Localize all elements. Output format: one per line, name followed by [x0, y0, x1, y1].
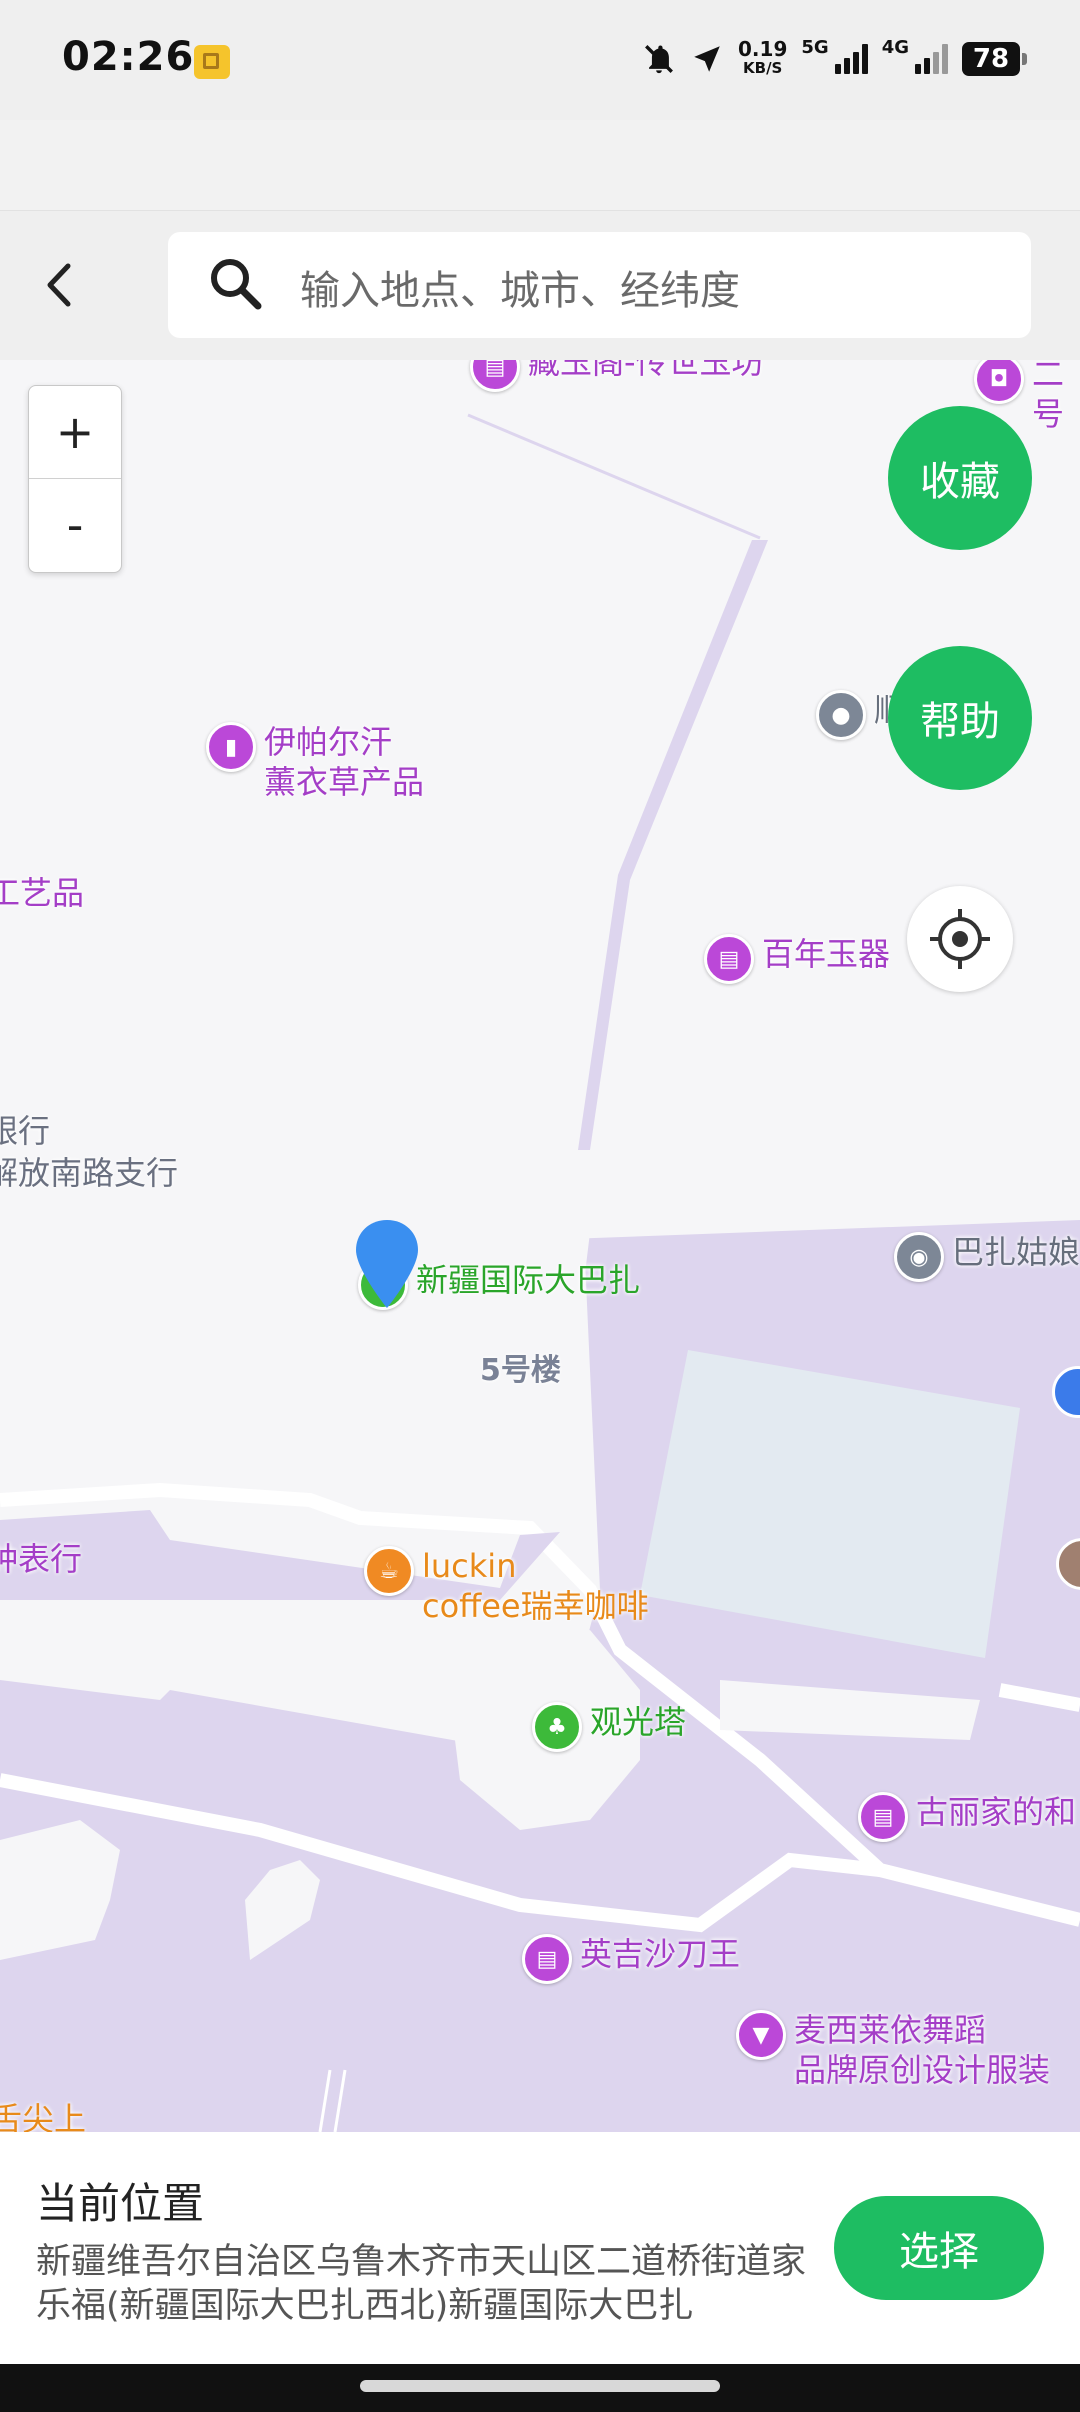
camera-icon: ◉ [894, 1232, 944, 1282]
zoom-out-button[interactable]: - [29, 479, 121, 571]
poi-label: 舌尖上 [0, 2100, 87, 2132]
network-speed: 0.19 KB/S [738, 37, 788, 78]
poi-label: 麦西莱依舞蹈 品牌原创设计服装 [794, 2011, 1051, 2089]
mute-bell-icon [645, 45, 673, 74]
poi-label: 钟表行 [0, 1540, 83, 1578]
zoom-control: + - [28, 385, 122, 573]
map-view[interactable]: ▤ 藏玉阁-传世玉坊 ◘ 二号 ▮ 伊帕尔汗 薰衣草产品 工艺品 ▤ 百年玉器 … [0, 360, 1080, 2132]
poi-label: luckin coffee瑞幸咖啡 [422, 1547, 649, 1625]
shop-icon: ▤ [522, 1934, 572, 1984]
bag-icon: ◘ [974, 360, 1024, 404]
poi-marker[interactable]: ▤ 百年玉器 [704, 934, 890, 984]
crosshair-icon [930, 909, 990, 969]
battery-level: 78 [972, 44, 1010, 74]
tree-icon: ♣ [532, 1702, 582, 1752]
battery-icon: 78 [962, 42, 1027, 76]
select-button[interactable]: 选择 [834, 2196, 1044, 2300]
poi-marker[interactable]: ▮ 伊帕尔汗 薰衣草产品 [206, 722, 424, 802]
shop-icon: ▤ [858, 1792, 908, 1842]
poi-label: 英吉沙刀王 [580, 1935, 741, 1973]
poi-label: 巴扎姑娘 [952, 1233, 1080, 1271]
favorite-button[interactable]: 收藏 [888, 406, 1032, 550]
poi-label: 古丽家的和 [916, 1793, 1077, 1831]
poi-marker[interactable]: ☕ luckin coffee瑞幸咖啡 [364, 1546, 649, 1626]
building-label: 5号楼 [480, 1353, 561, 1388]
poi-label: 二号 [1032, 360, 1065, 433]
help-button[interactable]: 帮助 [888, 646, 1032, 790]
back-arrow-icon[interactable] [34, 252, 86, 318]
locate-button[interactable] [907, 886, 1013, 992]
search-icon [211, 259, 262, 310]
poi-marker[interactable]: ▼ 麦西莱依舞蹈 品牌原创设计服装 [736, 2010, 1050, 2090]
poi-label: 工艺品 [0, 874, 85, 912]
network-type-4g: 4G [881, 37, 909, 58]
poi-label: 伊帕尔汗 薰衣草产品 [264, 723, 425, 801]
status-time: 02:26 [62, 34, 195, 80]
poi-marker[interactable]: ▤ 英吉沙刀王 [522, 1934, 740, 1984]
location-arrow-icon [694, 46, 720, 72]
poi-marker[interactable]: ♣ 观光塔 [532, 1702, 686, 1752]
poi-marker[interactable]: ▤ 藏玉阁-传世玉坊 [470, 360, 764, 392]
signal-bars-icon [915, 44, 948, 74]
current-location-title: 当前位置 [36, 2179, 205, 2228]
current-location-address: 新疆维吾尔自治区乌鲁木齐市天山区二道桥街道家乐福(新疆国际大巴扎西北)新疆国际大… [36, 2242, 807, 2326]
poi-label: 新疆国际大巴扎 [416, 1261, 641, 1299]
coffee-icon: ☕ [364, 1546, 414, 1596]
poi-label: 银行 解放南路支行 [0, 1112, 179, 1192]
search-placeholder: 输入地点、城市、经纬度 [300, 268, 740, 314]
poi-label: 百年玉器 [762, 935, 891, 973]
location-pin-icon [356, 1220, 418, 1308]
poi-marker[interactable]: ▤ 古丽家的和 [858, 1792, 1076, 1842]
point-icon: ● [816, 690, 866, 740]
signal-bars-icon [834, 44, 868, 74]
status-icons: 0.19 KB/S 5G 4G 78 [642, 34, 1027, 84]
poi-marker[interactable]: ◉ 巴扎姑娘 [894, 1232, 1080, 1282]
shop-icon: ▤ [470, 360, 520, 392]
network-type-5g: 5G [801, 37, 829, 58]
clothing-icon: ▼ [736, 2010, 786, 2060]
cosmetics-icon: ▮ [206, 722, 256, 772]
notification-app-icon [194, 45, 230, 79]
poi-label: 藏玉阁-传世玉坊 [528, 360, 764, 381]
shop-icon: ▤ [704, 934, 754, 984]
network-speed-unit: KB/S [743, 59, 783, 77]
zoom-in-button[interactable]: + [29, 386, 121, 479]
poi-label: 观光塔 [590, 1703, 687, 1741]
home-indicator[interactable] [360, 2380, 720, 2392]
network-speed-value: 0.19 [738, 37, 788, 61]
